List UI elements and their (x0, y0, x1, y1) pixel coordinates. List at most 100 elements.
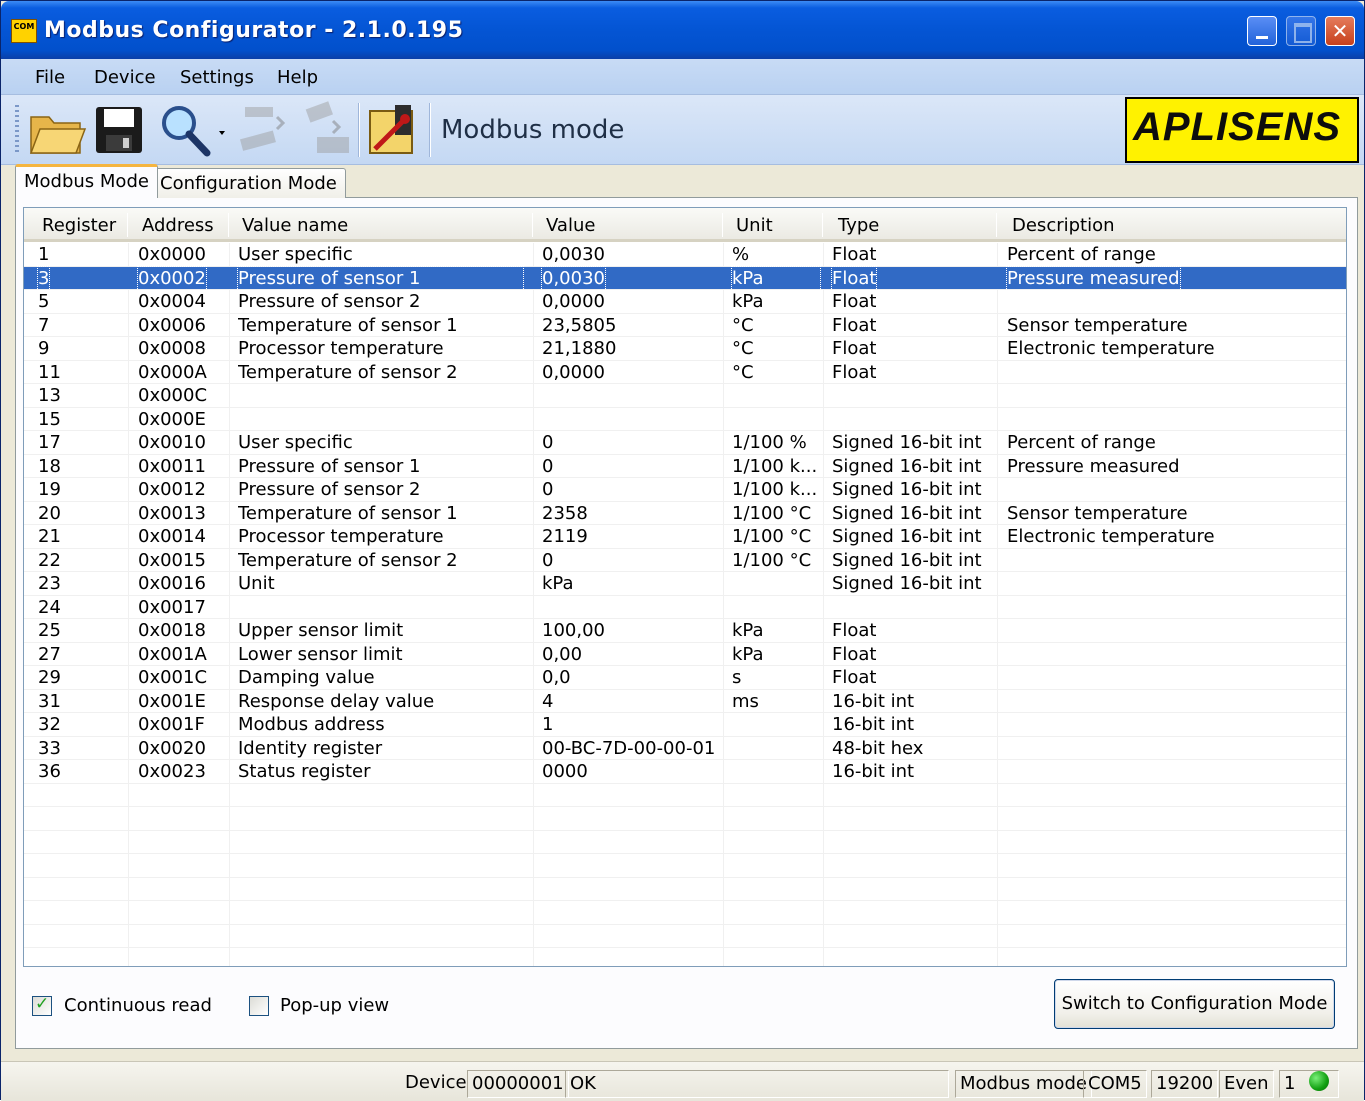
tab-configuration-mode[interactable]: Configuration Mode (151, 168, 346, 198)
cell-description: Pressure measured (1006, 265, 1181, 291)
cell-value-name: Damping value (238, 667, 375, 688)
column-divider[interactable] (722, 213, 723, 237)
minimize-button[interactable] (1247, 16, 1277, 46)
table-row[interactable]: 29 0x001C Damping value 0,0 s Float (24, 666, 1346, 690)
table-row[interactable]: 23 0x0016 Unit kPa Signed 16-bit int (24, 572, 1346, 596)
cell-value: 2358 (542, 502, 588, 524)
cell-value: 23,5805 (542, 314, 617, 336)
cell-type: Signed 16-bit int (832, 573, 982, 594)
table-row[interactable]: 22 0x0015 Temperature of sensor 2 0 1/100 °C… (24, 549, 1346, 572)
table-row[interactable] (24, 807, 1346, 831)
cell-description: Electronic temperature (1007, 338, 1215, 359)
table-row[interactable] (24, 948, 1346, 966)
column-divider[interactable] (228, 213, 229, 237)
cell-value-name: Pressure of sensor 2 (238, 291, 421, 312)
cell-address: 0x0008 (138, 338, 206, 359)
continuous-read-checkbox[interactable] (32, 994, 52, 1016)
popup-view-checkbox[interactable] (249, 996, 269, 1016)
table-row[interactable]: 31 0x001E Response delay value 4 ms 16-bit in… (24, 690, 1346, 713)
table-row[interactable]: 3 0x0002 Pressure of sensor 1 0,0030 kPa Floa… (24, 265, 1346, 291)
configure-tool-icon[interactable] (365, 101, 423, 159)
column-header-value[interactable]: Value (546, 208, 595, 242)
register-table[interactable]: Register Address Value name Value Unit T… (23, 207, 1347, 967)
cell-unit: kPa (732, 620, 764, 641)
tab-modbus-mode[interactable]: Modbus Mode (15, 164, 158, 198)
menu-settings[interactable]: Settings (180, 67, 254, 88)
column-divider[interactable] (822, 213, 823, 237)
cell-unit: 1/100 °C (732, 502, 812, 524)
table-row[interactable] (24, 831, 1346, 854)
continuous-read-label[interactable]: Continuous read (64, 995, 212, 1016)
table-row[interactable]: 27 0x001A Lower sensor limit 0,00 kPa Float (24, 643, 1346, 666)
column-divider[interactable] (127, 213, 128, 237)
table-row[interactable] (24, 901, 1346, 925)
open-folder-icon[interactable] (27, 101, 87, 159)
menu-file[interactable]: File (35, 67, 65, 88)
cell-register: 7 (38, 314, 50, 336)
cell-register: 13 (38, 385, 61, 406)
table-row[interactable]: 13 0x000C (24, 384, 1346, 408)
table-row[interactable]: 1 0x0000 User specific 0,0030% Float Percent … (24, 243, 1346, 267)
table-row[interactable]: 21 0x0014 Processor temperature 2119 1/100 °… (24, 525, 1346, 549)
column-header-address[interactable]: Address (142, 208, 214, 242)
cell-register: 18 (38, 455, 61, 477)
menu-device[interactable]: Device (94, 67, 156, 88)
status-state: OK (565, 1070, 949, 1098)
column-header-type[interactable]: Type (838, 208, 879, 242)
table-row[interactable]: 7 0x0006 Temperature of sensor 1 23,5805 °C F… (24, 314, 1346, 337)
table-row[interactable]: 17 0x0010 User specific 0 1/100 % Signed 16-b… (24, 431, 1346, 455)
table-row[interactable]: 18 0x0011 Pressure of sensor 1 0 1/100 k... S… (24, 455, 1346, 478)
search-device-icon[interactable] (157, 101, 229, 159)
table-row[interactable]: 11 0x000A Temperature of sensor 2 0,0000 °C F… (24, 361, 1346, 384)
cell-value-name: Temperature of sensor 2 (238, 361, 458, 383)
status-port: COM5 (1083, 1070, 1147, 1098)
table-row[interactable] (24, 854, 1346, 878)
popup-view-label[interactable]: Pop-up view (280, 995, 389, 1016)
column-header-description[interactable]: Description (1012, 208, 1115, 242)
read-device-icon[interactable] (237, 101, 293, 159)
cell-address: 0x001F (138, 714, 205, 735)
table-row[interactable]: 15 0x000E (24, 408, 1346, 431)
table-row[interactable]: 24 0x0017 (24, 596, 1346, 619)
table-row[interactable]: 25 0x0018 Upper sensor limit 100,00 kPa Float (24, 619, 1346, 643)
cell-register: 5 (38, 291, 50, 312)
close-button[interactable]: ✕ (1325, 16, 1355, 46)
cell-value-name (238, 596, 523, 619)
column-divider[interactable] (996, 213, 997, 237)
column-header-value-name[interactable]: Value name (242, 208, 348, 242)
maximize-button[interactable] (1286, 16, 1316, 46)
table-row[interactable]: 9 0x0008 Processor temperature 21,1880 °C Flo… (24, 337, 1346, 361)
table-row[interactable]: 32 0x001F Modbus address 1 16-bit int (24, 713, 1346, 737)
table-row[interactable]: 19 0x0012 Pressure of sensor 2 0 1/100 k... S… (24, 478, 1346, 502)
cell-unit: % (732, 244, 750, 265)
cell-address: 0x001C (138, 667, 208, 688)
cell-address: 0x0014 (138, 526, 206, 547)
switch-to-configuration-button[interactable]: Switch to Configuration Mode (1054, 979, 1335, 1029)
title-bar[interactable]: COM Modbus Configurator - 2.1.0.195 ✕ (1, 1, 1364, 59)
table-row[interactable] (24, 784, 1346, 807)
write-device-icon[interactable] (297, 101, 353, 159)
cell-description: Sensor temperature (1007, 314, 1188, 336)
toolbar-grip[interactable] (15, 105, 19, 155)
table-row[interactable] (24, 878, 1346, 901)
table-row[interactable]: 20 0x0013 Temperature of sensor 1 2358 1/100… (24, 502, 1346, 525)
menu-help[interactable]: Help (277, 67, 318, 88)
save-icon[interactable] (93, 101, 145, 159)
cell-description: Percent of range (1007, 244, 1156, 265)
column-header-unit[interactable]: Unit (736, 208, 773, 242)
table-row[interactable]: 36 0x0023 Status register 0000 16-bit int (24, 760, 1346, 784)
column-header-register[interactable]: Register (42, 208, 116, 242)
table-row[interactable]: 33 0x0020 Identity register 00-BC-7D-00-00-… (24, 737, 1346, 760)
cell-value: 0,0030 (542, 244, 605, 265)
cell-unit (732, 572, 820, 595)
cell-register: 3 (36, 265, 51, 291)
cell-type: 16-bit int (832, 761, 915, 782)
cell-address: 0x0015 (138, 549, 206, 571)
table-row[interactable] (24, 925, 1346, 948)
cell-type: Float (832, 291, 877, 312)
cell-address: 0x0006 (138, 314, 206, 336)
cell-type: Float (832, 667, 877, 688)
column-divider[interactable] (532, 213, 533, 237)
table-row[interactable]: 5 0x0004 Pressure of sensor 2 0,0000 kPa Floa… (24, 290, 1346, 314)
cell-unit (732, 596, 820, 619)
